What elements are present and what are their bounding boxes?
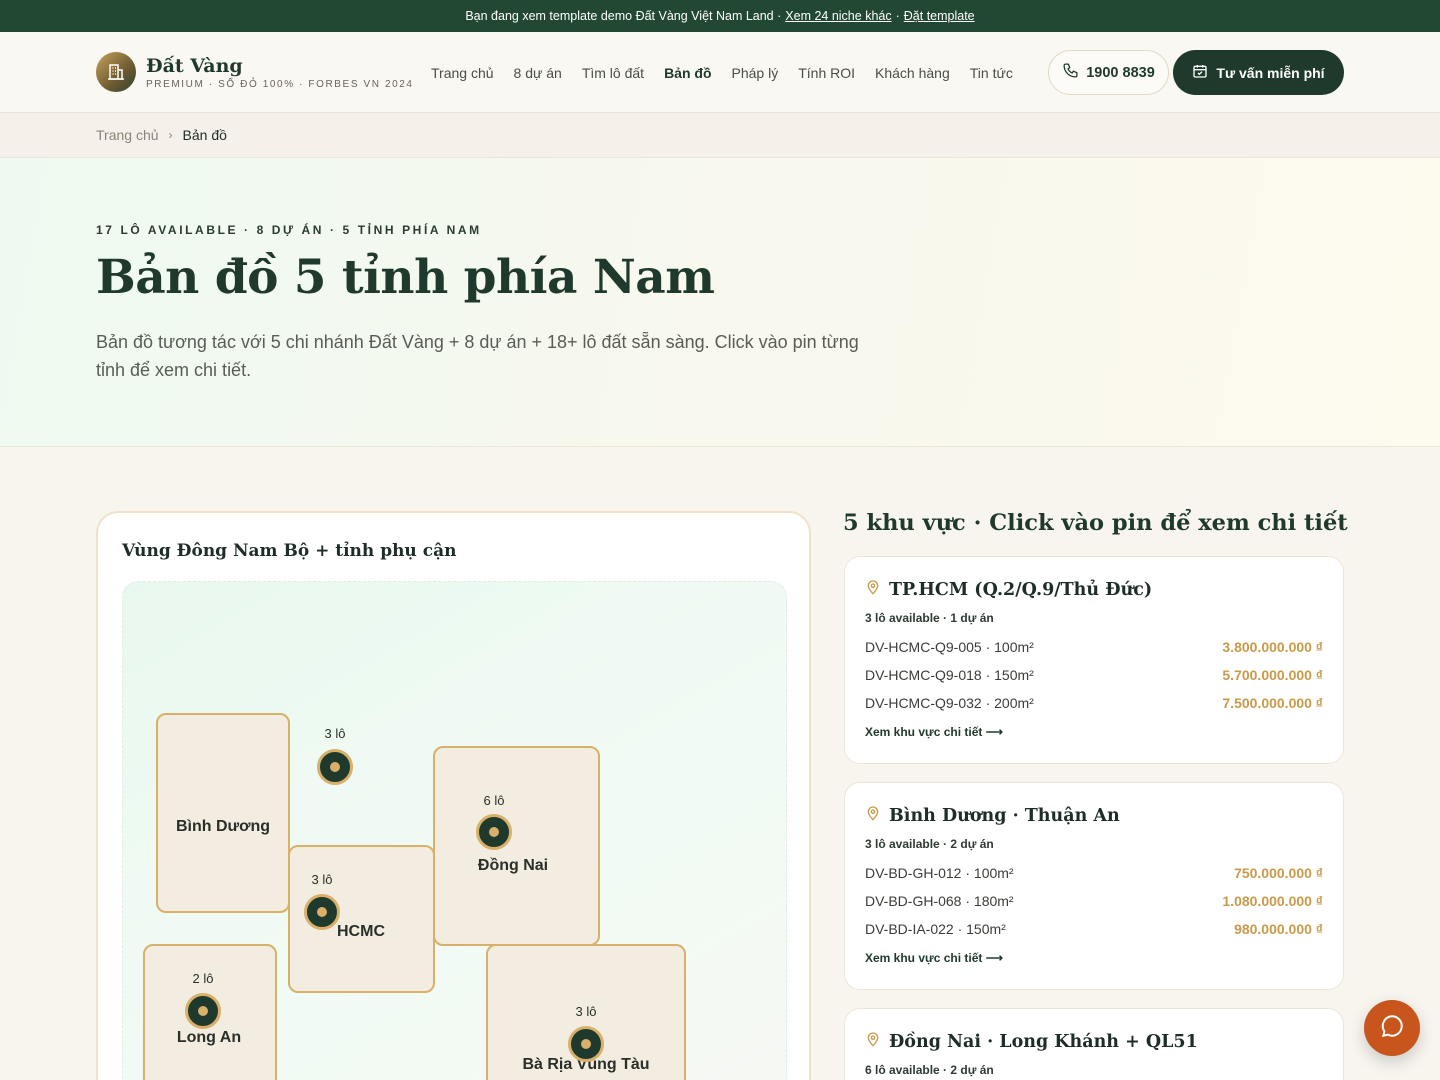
pin-count: 6 lô [483,793,505,808]
main-nav: Trang chủ 8 dự án Tìm lô đất Bản đồ Pháp… [421,32,1023,113]
region-binh-duong[interactable] [156,713,290,913]
chat-button[interactable] [1364,1000,1420,1056]
area-card-hcmc[interactable]: TP.HCM (Q.2/Q.9/Thủ Đức) 3 lô available … [844,556,1344,764]
chat-bubble-icon [1379,1013,1405,1044]
breadcrumb-home[interactable]: Trang chủ [96,127,159,143]
announcement-bar: Bạn đang xem template demo Đất Vàng Việt… [0,0,1440,32]
lot-price: 750.000.000 ₫ [1234,865,1323,881]
nav-customers[interactable]: Khách hàng [865,65,960,81]
lot-code: DV-BD-GH-068 · 180m² [865,893,1014,909]
building-icon [96,52,136,92]
phone-number: 1900 8839 [1086,64,1155,81]
hero-kicker: 17 LÔ AVAILABLE · 8 DỰ ÁN · 5 TỈNH PHÍA … [96,223,482,237]
region-label: Long An [176,1029,242,1046]
phone-icon [1062,62,1079,83]
lot-code: DV-HCMC-Q9-032 · 200m² [865,695,1034,711]
brand-name: Đất Vàng [146,54,243,77]
pin-count: 3 lô [311,872,333,887]
area-meta: 6 lô available · 2 dự án [865,1063,994,1077]
breadcrumb: Trang chủ › Bản đồ [0,113,1440,158]
areas-heading: 5 khu vực · Click vào pin để xem chi tiế… [843,510,1348,536]
area-card-dong-nai[interactable]: Đồng Nai · Long Khánh + QL51 6 lô availa… [844,1008,1344,1080]
lot-code: DV-HCMC-Q9-005 · 100m² [865,639,1034,655]
hero-description: Bản đồ tương tác với 5 chi nhánh Đất Vàn… [96,332,859,380]
map-pin-icon [865,579,881,600]
nav-legal[interactable]: Pháp lý [722,65,789,81]
pin-hcmc[interactable] [304,894,340,930]
pin-long-an[interactable] [185,993,221,1029]
area-detail-link[interactable]: Xem khu vực chi tiết ⟶ [865,725,1003,739]
calendar-icon [1192,63,1208,82]
lot-row[interactable]: DV-HCMC-Q9-018 · 150m² 5.700.000.000 ₫ [865,665,1323,685]
area-name: Đồng Nai · Long Khánh + QL51 [889,1031,1198,1052]
nav-news[interactable]: Tin tức [960,65,1023,81]
lot-price: 980.000.000 ₫ [1234,921,1323,937]
order-template-link[interactable]: Đặt template [904,9,975,23]
free-consult-label: Tư vấn miễn phí [1216,64,1325,81]
pin-ba-ria-vung-tau[interactable] [568,1026,604,1062]
nav-projects[interactable]: 8 dự án [504,65,572,81]
free-consult-button[interactable]: Tư vấn miễn phí [1173,50,1344,95]
region-label: Đồng Nai [477,857,549,874]
pin-dong-nai[interactable] [476,814,512,850]
pin-binh-duong[interactable] [317,749,353,785]
site-header: Đất Vàng PREMIUM · SỔ ĐỎ 100% · FORBES V… [0,32,1440,113]
area-meta: 3 lô available · 2 dự án [865,837,994,851]
lot-row[interactable]: DV-HCMC-Q9-032 · 200m² 7.500.000.000 ₫ [865,693,1323,713]
area-card-binh-duong[interactable]: Bình Dương · Thuận An 3 lô available · 2… [844,782,1344,990]
region-label: Bình Dương [175,818,271,835]
map-pin-icon [865,1031,881,1052]
nav-map[interactable]: Bản đồ [654,65,721,81]
lot-price: 7.500.000.000 ₫ [1222,695,1323,711]
pin-count: 3 lô [324,726,346,741]
lot-row[interactable]: DV-BD-GH-068 · 180m² 1.080.000.000 ₫ [865,891,1323,911]
lot-row[interactable]: DV-HCMC-Q9-005 · 100m² 3.800.000.000 ₫ [865,637,1323,657]
region-label: HCMC [337,923,385,940]
lot-price: 3.800.000.000 ₫ [1222,639,1323,655]
hero-section: 17 LÔ AVAILABLE · 8 DỰ ÁN · 5 TỈNH PHÍA … [0,158,1440,447]
lot-code: DV-BD-IA-022 · 150m² [865,921,1006,937]
region-dong-nai[interactable] [433,746,600,946]
map-pin-icon [865,805,881,826]
area-meta: 3 lô available · 1 dự án [865,611,994,625]
pin-count: 3 lô [575,1004,597,1019]
chevron-right-icon: › [168,128,173,142]
interactive-map[interactable]: Bình Dương HCMC Đồng Nai Long An Bà Rịa … [122,581,787,1080]
pin-count: 2 lô [192,971,214,986]
lot-row[interactable]: DV-BD-GH-012 · 100m² 750.000.000 ₫ [865,863,1323,883]
lot-price: 1.080.000.000 ₫ [1222,893,1323,909]
lot-code: DV-HCMC-Q9-018 · 150m² [865,667,1034,683]
announcement-separator: · [895,9,900,23]
other-niches-link[interactable]: Xem 24 niche khác [785,9,891,23]
announcement-text: Bạn đang xem template demo Đất Vàng Việt… [465,9,782,23]
nav-find-lots[interactable]: Tìm lô đất [572,65,654,81]
phone-button[interactable]: 1900 8839 [1048,50,1169,95]
map-title: Vùng Đông Nam Bộ + tỉnh phụ cận [122,541,457,561]
nav-home[interactable]: Trang chủ [421,65,504,81]
page-title: Bản đồ 5 tỉnh phía Nam [96,250,715,305]
nav-roi[interactable]: Tính ROI [788,65,865,81]
area-detail-link[interactable]: Xem khu vực chi tiết ⟶ [865,951,1003,965]
lot-row[interactable]: DV-BD-IA-022 · 150m² 980.000.000 ₫ [865,919,1323,939]
breadcrumb-current: Bản đồ [182,127,227,143]
lot-price: 5.700.000.000 ₫ [1222,667,1323,683]
map-card: Vùng Đông Nam Bộ + tỉnh phụ cận Bình Dươ… [96,511,811,1080]
area-name: Bình Dương · Thuận An [889,805,1120,826]
lot-code: DV-BD-GH-012 · 100m² [865,865,1014,881]
area-name: TP.HCM (Q.2/Q.9/Thủ Đức) [889,579,1153,600]
logo[interactable]: Đất Vàng PREMIUM · SỔ ĐỎ 100% · FORBES V… [96,52,414,92]
brand-tagline: PREMIUM · SỔ ĐỎ 100% · FORBES VN 2024 [146,78,414,90]
